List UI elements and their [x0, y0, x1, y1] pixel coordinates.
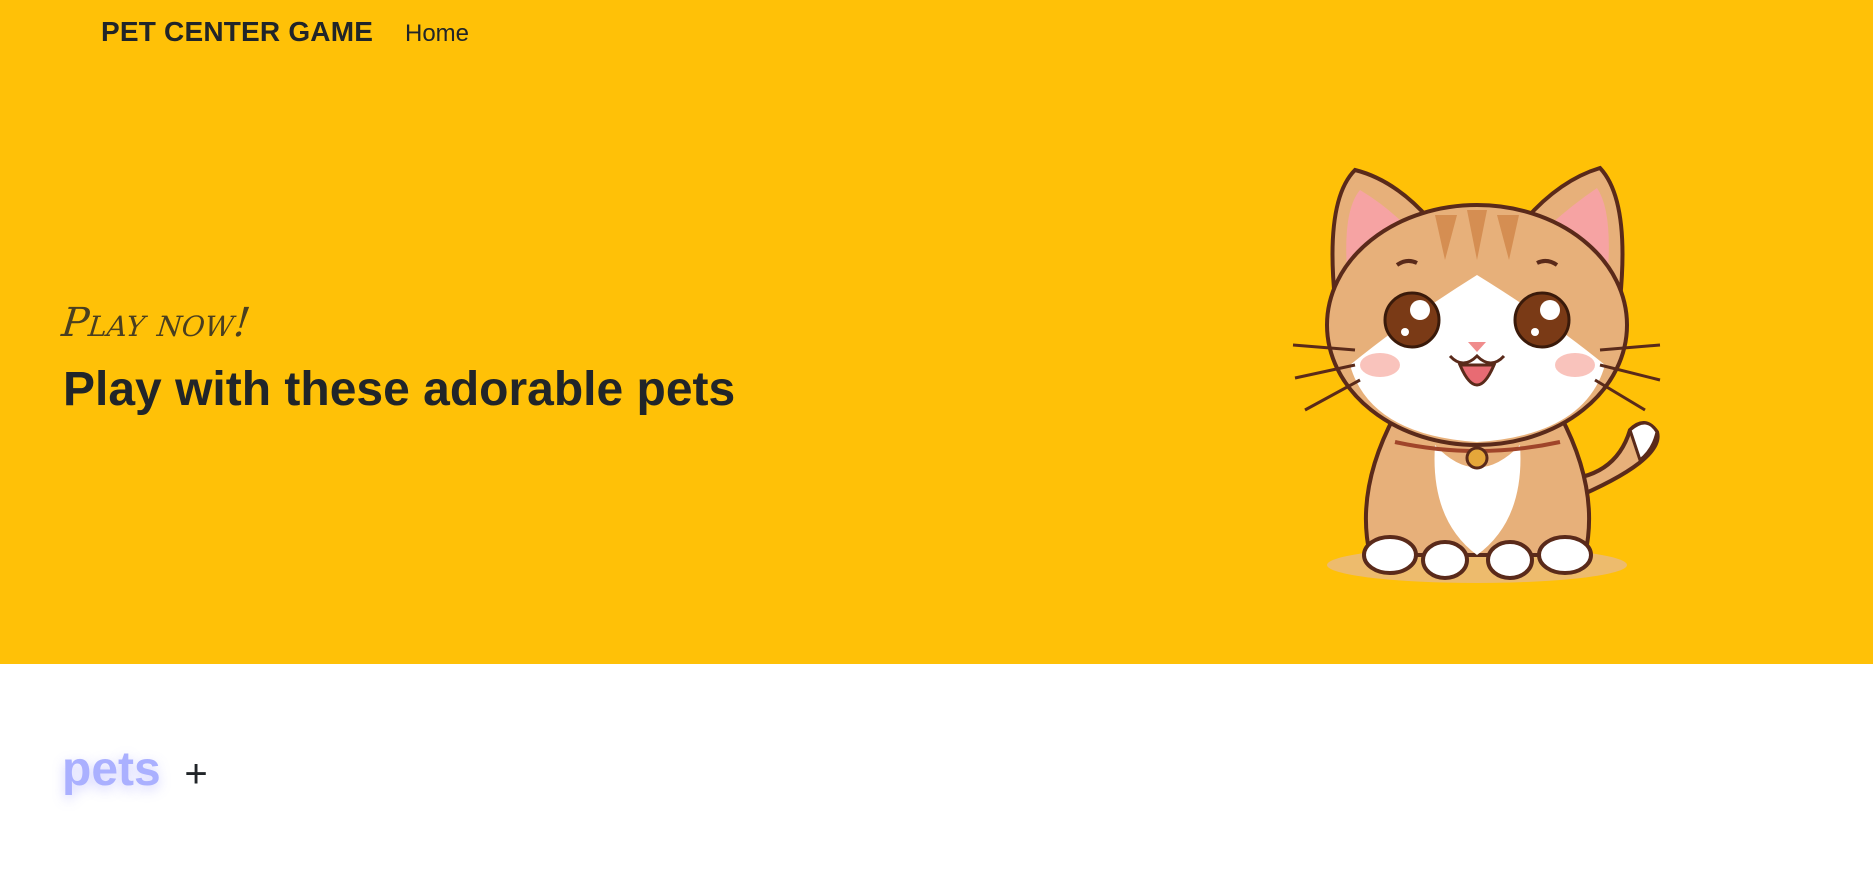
- add-pet-button[interactable]: +: [176, 748, 216, 800]
- brand-link[interactable]: PET CENTER GAME: [101, 16, 373, 48]
- hero-banner: PET CENTER GAME Home Play now! Play with…: [0, 0, 1873, 664]
- hero-headline: Play with these adorable pets: [63, 363, 736, 416]
- hero-kicker: Play now!: [59, 300, 253, 346]
- nav-link-home[interactable]: Home: [405, 20, 469, 48]
- navbar: PET CENTER GAME Home: [0, 0, 1873, 66]
- cat-illustration: [1292, 165, 1661, 583]
- pets-section-title: pets: [62, 743, 161, 796]
